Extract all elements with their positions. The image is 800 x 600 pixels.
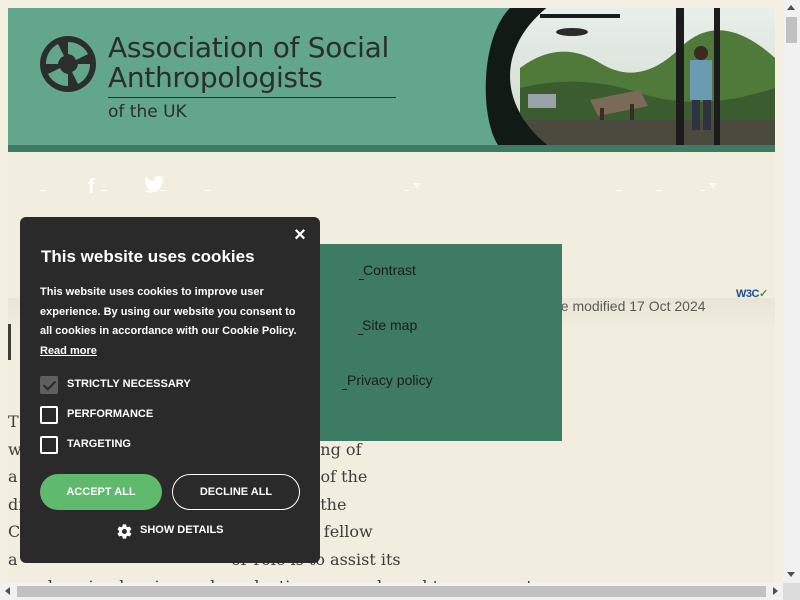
viewport: Association of Social Anthropologists of… [0, 0, 783, 583]
nav-item-dropdown-2[interactable] [700, 190, 706, 191]
asa-logo-icon[interactable] [38, 34, 98, 94]
scrollbar-corner [783, 583, 800, 600]
main-navigation: f [0, 172, 783, 202]
cookie-description: This website uses cookies to improve use… [40, 283, 302, 361]
w3c-badge[interactable]: W3C✓ [736, 287, 768, 300]
scroll-left-icon[interactable] [5, 587, 10, 595]
org-name-line1: Association of Social [108, 31, 389, 64]
cookie-option-strictly-necessary[interactable]: STRICTLY NECESSARY [40, 376, 220, 396]
cookie-option-label: TARGETING [67, 438, 131, 450]
checkmark-icon: ✓ [758, 288, 768, 300]
show-details-label: SHOW DETAILS [140, 524, 224, 536]
read-more-link[interactable]: Read more [40, 345, 97, 357]
vertical-scrollbar[interactable] [783, 0, 800, 583]
menu-item-contrast[interactable]: Contrast [363, 262, 416, 278]
cookie-option-targeting[interactable]: TARGETING [40, 436, 170, 456]
org-name-line3: of the UK [108, 102, 187, 122]
accessibility-menu [318, 244, 562, 441]
accept-all-button[interactable]: ACCEPT ALL [40, 474, 162, 510]
scroll-up-icon[interactable] [787, 5, 795, 10]
nav-item-facebook-underline [101, 190, 107, 191]
nav-item-3[interactable] [204, 190, 210, 191]
org-name-rule [108, 97, 396, 98]
banner-photo [480, 8, 775, 145]
org-name-line2: Anthropologists [108, 61, 323, 94]
cookie-option-performance[interactable]: PERFORMANCE [40, 406, 190, 426]
gear-icon [117, 524, 132, 539]
cookie-option-label: PERFORMANCE [67, 408, 154, 420]
cookie-body-text: This website uses cookies to improve use… [40, 286, 297, 337]
menu-bullet [359, 279, 364, 280]
nav-item-6[interactable] [656, 190, 662, 191]
targeting-checkbox[interactable] [40, 436, 58, 454]
scroll-right-icon[interactable] [773, 587, 778, 595]
menu-bullet [342, 389, 347, 390]
org-name[interactable]: Association of Social Anthropologists [108, 33, 389, 93]
horizontal-scroll-thumb[interactable] [17, 586, 766, 597]
strictly-necessary-checkbox[interactable] [40, 376, 58, 394]
chevron-down-icon[interactable] [413, 183, 421, 188]
scroll-down-icon[interactable] [787, 572, 795, 577]
page-modified-date: ge modified 17 Oct 2024 [553, 298, 706, 314]
menu-bullet [358, 334, 363, 335]
menu-item-privacy-policy[interactable]: Privacy policy [347, 372, 433, 388]
nav-item-dropdown-1[interactable] [404, 190, 410, 191]
w3c-badge-label: W3C [736, 288, 759, 300]
nav-item-twitter-underline [160, 190, 166, 191]
show-details-toggle[interactable]: SHOW DETAILS [116, 523, 246, 541]
nav-item-5[interactable] [616, 190, 622, 191]
nav-item-home[interactable] [40, 190, 46, 191]
banner-strip [8, 145, 775, 152]
decline-all-button[interactable]: DECLINE ALL [172, 474, 300, 510]
cookie-option-label: STRICTLY NECESSARY [67, 378, 191, 390]
performance-checkbox[interactable] [40, 406, 58, 424]
cookie-title: This website uses cookies [41, 247, 255, 266]
menu-item-site-map[interactable]: Site map [362, 317, 417, 333]
cookie-consent-dialog: × This website uses cookies This website… [20, 217, 320, 563]
vertical-scroll-thumb[interactable] [786, 17, 797, 43]
close-icon[interactable]: × [290, 225, 310, 245]
facebook-icon[interactable]: f [88, 176, 95, 199]
intro-line: members in planning and conducting resea… [8, 573, 533, 583]
horizontal-scrollbar[interactable] [0, 583, 783, 600]
chevron-down-icon[interactable] [709, 183, 717, 188]
